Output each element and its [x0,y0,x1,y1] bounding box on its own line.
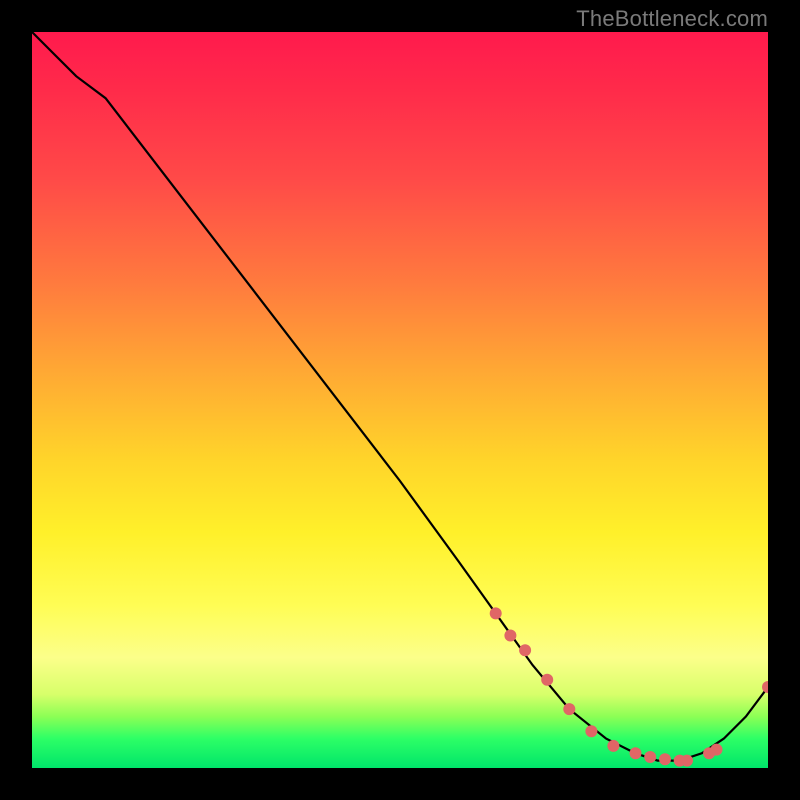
chart-frame: TheBottleneck.com [0,0,800,800]
marker-dot [644,751,656,763]
marker-dot [519,644,531,656]
marker-dot [607,740,619,752]
watermark-text: TheBottleneck.com [576,6,768,32]
marker-dot [762,681,768,693]
marker-dot [541,674,553,686]
curve-line [32,32,768,761]
highlighted-markers [490,607,768,766]
marker-dot [563,703,575,715]
marker-dot [659,753,671,765]
marker-dot [504,630,516,642]
marker-dot [630,747,642,759]
bottleneck-curve [32,32,768,768]
marker-dot [681,755,693,767]
plot-area [32,32,768,768]
marker-dot [711,744,723,756]
marker-dot [585,725,597,737]
marker-dot [490,607,502,619]
